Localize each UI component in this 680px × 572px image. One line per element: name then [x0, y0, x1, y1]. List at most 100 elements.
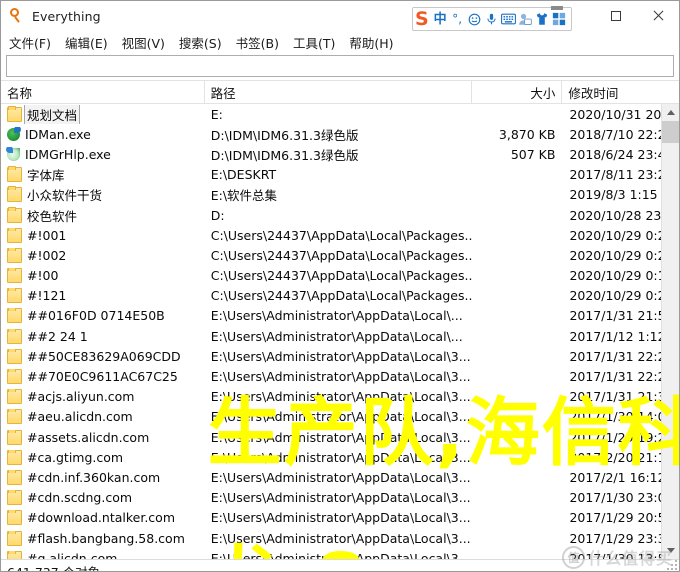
file-name-label: #!00: [27, 268, 58, 283]
table-row[interactable]: #!121C:\Users\24437\AppData\Local\Packag…: [1, 286, 679, 306]
menu-item-help[interactable]: 帮助(H): [349, 33, 393, 52]
menu-item-bookmarks[interactable]: 书签(B): [236, 33, 279, 52]
scrollbar-thumb[interactable]: [662, 121, 679, 143]
table-row[interactable]: #assets.alicdn.comE:\Users\Administrator…: [1, 427, 679, 447]
menu-item-tools[interactable]: 工具(T): [293, 33, 335, 52]
cell-path: E:\Users\Administrator\AppData\Local\3..…: [205, 450, 473, 465]
status-bar: 641,737 个对象: [1, 559, 679, 572]
cell-path: E:\Users\Administrator\AppData\Local\3..…: [205, 389, 473, 404]
chevron-up-icon: [667, 110, 675, 115]
file-name-label: #acjs.aliyun.com: [27, 389, 134, 404]
scroll-down-button[interactable]: [662, 542, 679, 559]
file-name-label: #cdn.scdng.com: [27, 490, 132, 505]
menu-item-edit[interactable]: 编辑(E): [65, 33, 108, 52]
table-row[interactable]: ##2 24 1E:\Users\Administrator\AppData\L…: [1, 326, 679, 346]
cell-path: E:\Users\Administrator\AppData\Local\3..…: [205, 531, 473, 546]
cell-name: #cdn.inf.360kan.com: [1, 470, 205, 485]
table-row[interactable]: 校色软件D:2020/10/28 23:19: [1, 205, 679, 225]
table-row[interactable]: IDMGrHlp.exeD:\IDM\IDM6.31.3绿色版507 KB201…: [1, 144, 679, 164]
results-list[interactable]: 规划文档E:2020/10/31 20:41IDMan.exeD:\IDM\ID…: [1, 104, 679, 559]
table-row[interactable]: #download.ntalker.comE:\Users\Administra…: [1, 508, 679, 528]
cell-path: C:\Users\24437\AppData\Local\Packages...: [205, 228, 473, 243]
cell-path: E:\Users\Administrator\AppData\Local\3..…: [205, 369, 473, 384]
cell-name: ##50CE83629A069CDD: [1, 349, 205, 364]
file-name-label: #cdn.inf.360kan.com: [27, 470, 160, 485]
ime-skin-shirt-icon[interactable]: [534, 10, 551, 28]
file-name-label: #aeu.alicdn.com: [27, 409, 133, 424]
cell-path: E:\Users\Administrator\AppData\Local\3..…: [205, 409, 473, 424]
cell-name: IDMGrHlp.exe: [1, 147, 205, 162]
menu-item-view[interactable]: 视图(V): [122, 33, 165, 52]
idm-app-icon: [7, 128, 20, 141]
file-name-label: #g.alicdn.com: [27, 551, 117, 559]
menu-item-file[interactable]: 文件(F): [9, 33, 51, 52]
table-row[interactable]: #aeu.alicdn.com E:\Users\Administrator\Ap…: [1, 407, 679, 427]
table-row[interactable]: #!002C:\Users\24437\AppData\Local\Packag…: [1, 245, 679, 265]
column-header-path[interactable]: 路径: [205, 81, 473, 103]
table-row[interactable]: #acjs.aliyun.com E:\Users\Administrator\A…: [1, 387, 679, 407]
column-header-date[interactable]: 修改时间: [562, 81, 679, 103]
cell-name: ##016F0D 0714E50B: [1, 308, 205, 323]
ime-drag-handle[interactable]: [551, 6, 563, 10]
maximize-icon: [611, 11, 621, 21]
table-row[interactable]: 规划文档E:2020/10/31 20:41: [1, 104, 679, 124]
cell-path: E:: [205, 107, 473, 122]
file-name-label: 规划文档: [25, 105, 79, 124]
table-row[interactable]: #!00 C:\Users\24437\AppData\Local\Package…: [1, 266, 679, 286]
cell-path: D:\IDM\IDM6.31.3绿色版: [205, 125, 473, 144]
folder-icon: [7, 551, 22, 559]
table-row[interactable]: 小众软件干货E:\软件总集2019/8/3 1:15: [1, 185, 679, 205]
table-row[interactable]: 字体库E:\DESKRT2017/8/11 23:28: [1, 165, 679, 185]
table-row[interactable]: #cdn.inf.360kan.comE:\Users\Administrato…: [1, 467, 679, 487]
search-input[interactable]: [7, 56, 673, 74]
file-name-label: ##016F0D 0714E50B: [27, 308, 165, 323]
column-header-size[interactable]: 大小: [472, 81, 562, 103]
sogou-logo-icon[interactable]: S: [415, 10, 429, 29]
table-row[interactable]: IDMan.exeD:\IDM\IDM6.31.3绿色版3,870 KB2018…: [1, 124, 679, 144]
file-name-label: #flash.bangbang.58.com: [27, 531, 185, 546]
menu-item-search[interactable]: 搜索(S): [179, 33, 222, 52]
table-row[interactable]: ##016F0D 0714E50B E:\Users\Administrator\…: [1, 306, 679, 326]
ime-punctuation-icon[interactable]: °,: [449, 10, 466, 28]
close-icon: [652, 10, 664, 22]
sogou-ime-toolbar[interactable]: S 中 °,: [412, 7, 572, 31]
ime-person-icon[interactable]: [517, 10, 534, 28]
ime-microphone-icon[interactable]: [483, 10, 500, 28]
folder-icon: [7, 510, 22, 525]
table-row[interactable]: ##70E0C9611AC67C25 E:\Users\Administrator…: [1, 366, 679, 386]
cell-name: #assets.alicdn.com: [1, 430, 205, 445]
file-name-label: #!002: [27, 248, 66, 263]
cell-path: E:\软件总集: [205, 185, 473, 204]
folder-icon: [7, 450, 22, 465]
vertical-scrollbar[interactable]: [661, 104, 679, 559]
ime-emoji-icon[interactable]: [466, 10, 483, 28]
ime-chinese-mode-icon[interactable]: 中: [432, 10, 449, 28]
folder-icon: [7, 430, 22, 445]
file-name-label: ##50CE83629A069CDD: [27, 349, 181, 364]
table-row[interactable]: ##50CE83629A069CDD E:\Users\Administrator…: [1, 346, 679, 366]
table-row[interactable]: #g.alicdn.comE:\Users\Administrator\AppD…: [1, 548, 679, 559]
search-box[interactable]: [6, 55, 674, 77]
table-row[interactable]: #ca.gtimg.com E:\Users\Administrator\AppD…: [1, 447, 679, 467]
table-row[interactable]: #flash.bangbang.58.com E:\Users\Administr…: [1, 528, 679, 548]
cell-path: C:\Users\24437\AppData\Local\Packages...: [205, 268, 473, 283]
scroll-up-button[interactable]: [662, 104, 679, 121]
cell-path: D:\IDM\IDM6.31.3绿色版: [205, 145, 473, 164]
close-button[interactable]: [637, 1, 679, 31]
cell-name: #!121: [1, 288, 205, 303]
column-header-name[interactable]: 名称: [1, 81, 205, 103]
maximize-button[interactable]: [595, 1, 637, 31]
table-row[interactable]: #cdn.scdng.comE:\Users\Administrator\App…: [1, 488, 679, 508]
cell-path: E:\Users\Administrator\AppData\Local\3..…: [205, 349, 473, 364]
file-name-label: #!001: [27, 228, 66, 243]
ime-keyboard-icon[interactable]: [500, 10, 517, 28]
file-name-label: #ca.gtimg.com: [27, 450, 123, 465]
cell-name: 校色软件: [1, 206, 205, 225]
table-row[interactable]: #!001 C:\Users\24437\AppData\Local\Packag…: [1, 225, 679, 245]
file-name-label: ##70E0C9611AC67C25: [27, 369, 178, 384]
ime-toolbox-grid-icon[interactable]: [551, 10, 568, 28]
cell-path: E:\Users\Administrator\AppData\Local\...: [205, 308, 473, 323]
cell-name: #ca.gtimg.com: [1, 450, 205, 465]
folder-icon: [7, 490, 22, 505]
cell-path: E:\DESKRT: [205, 167, 473, 182]
